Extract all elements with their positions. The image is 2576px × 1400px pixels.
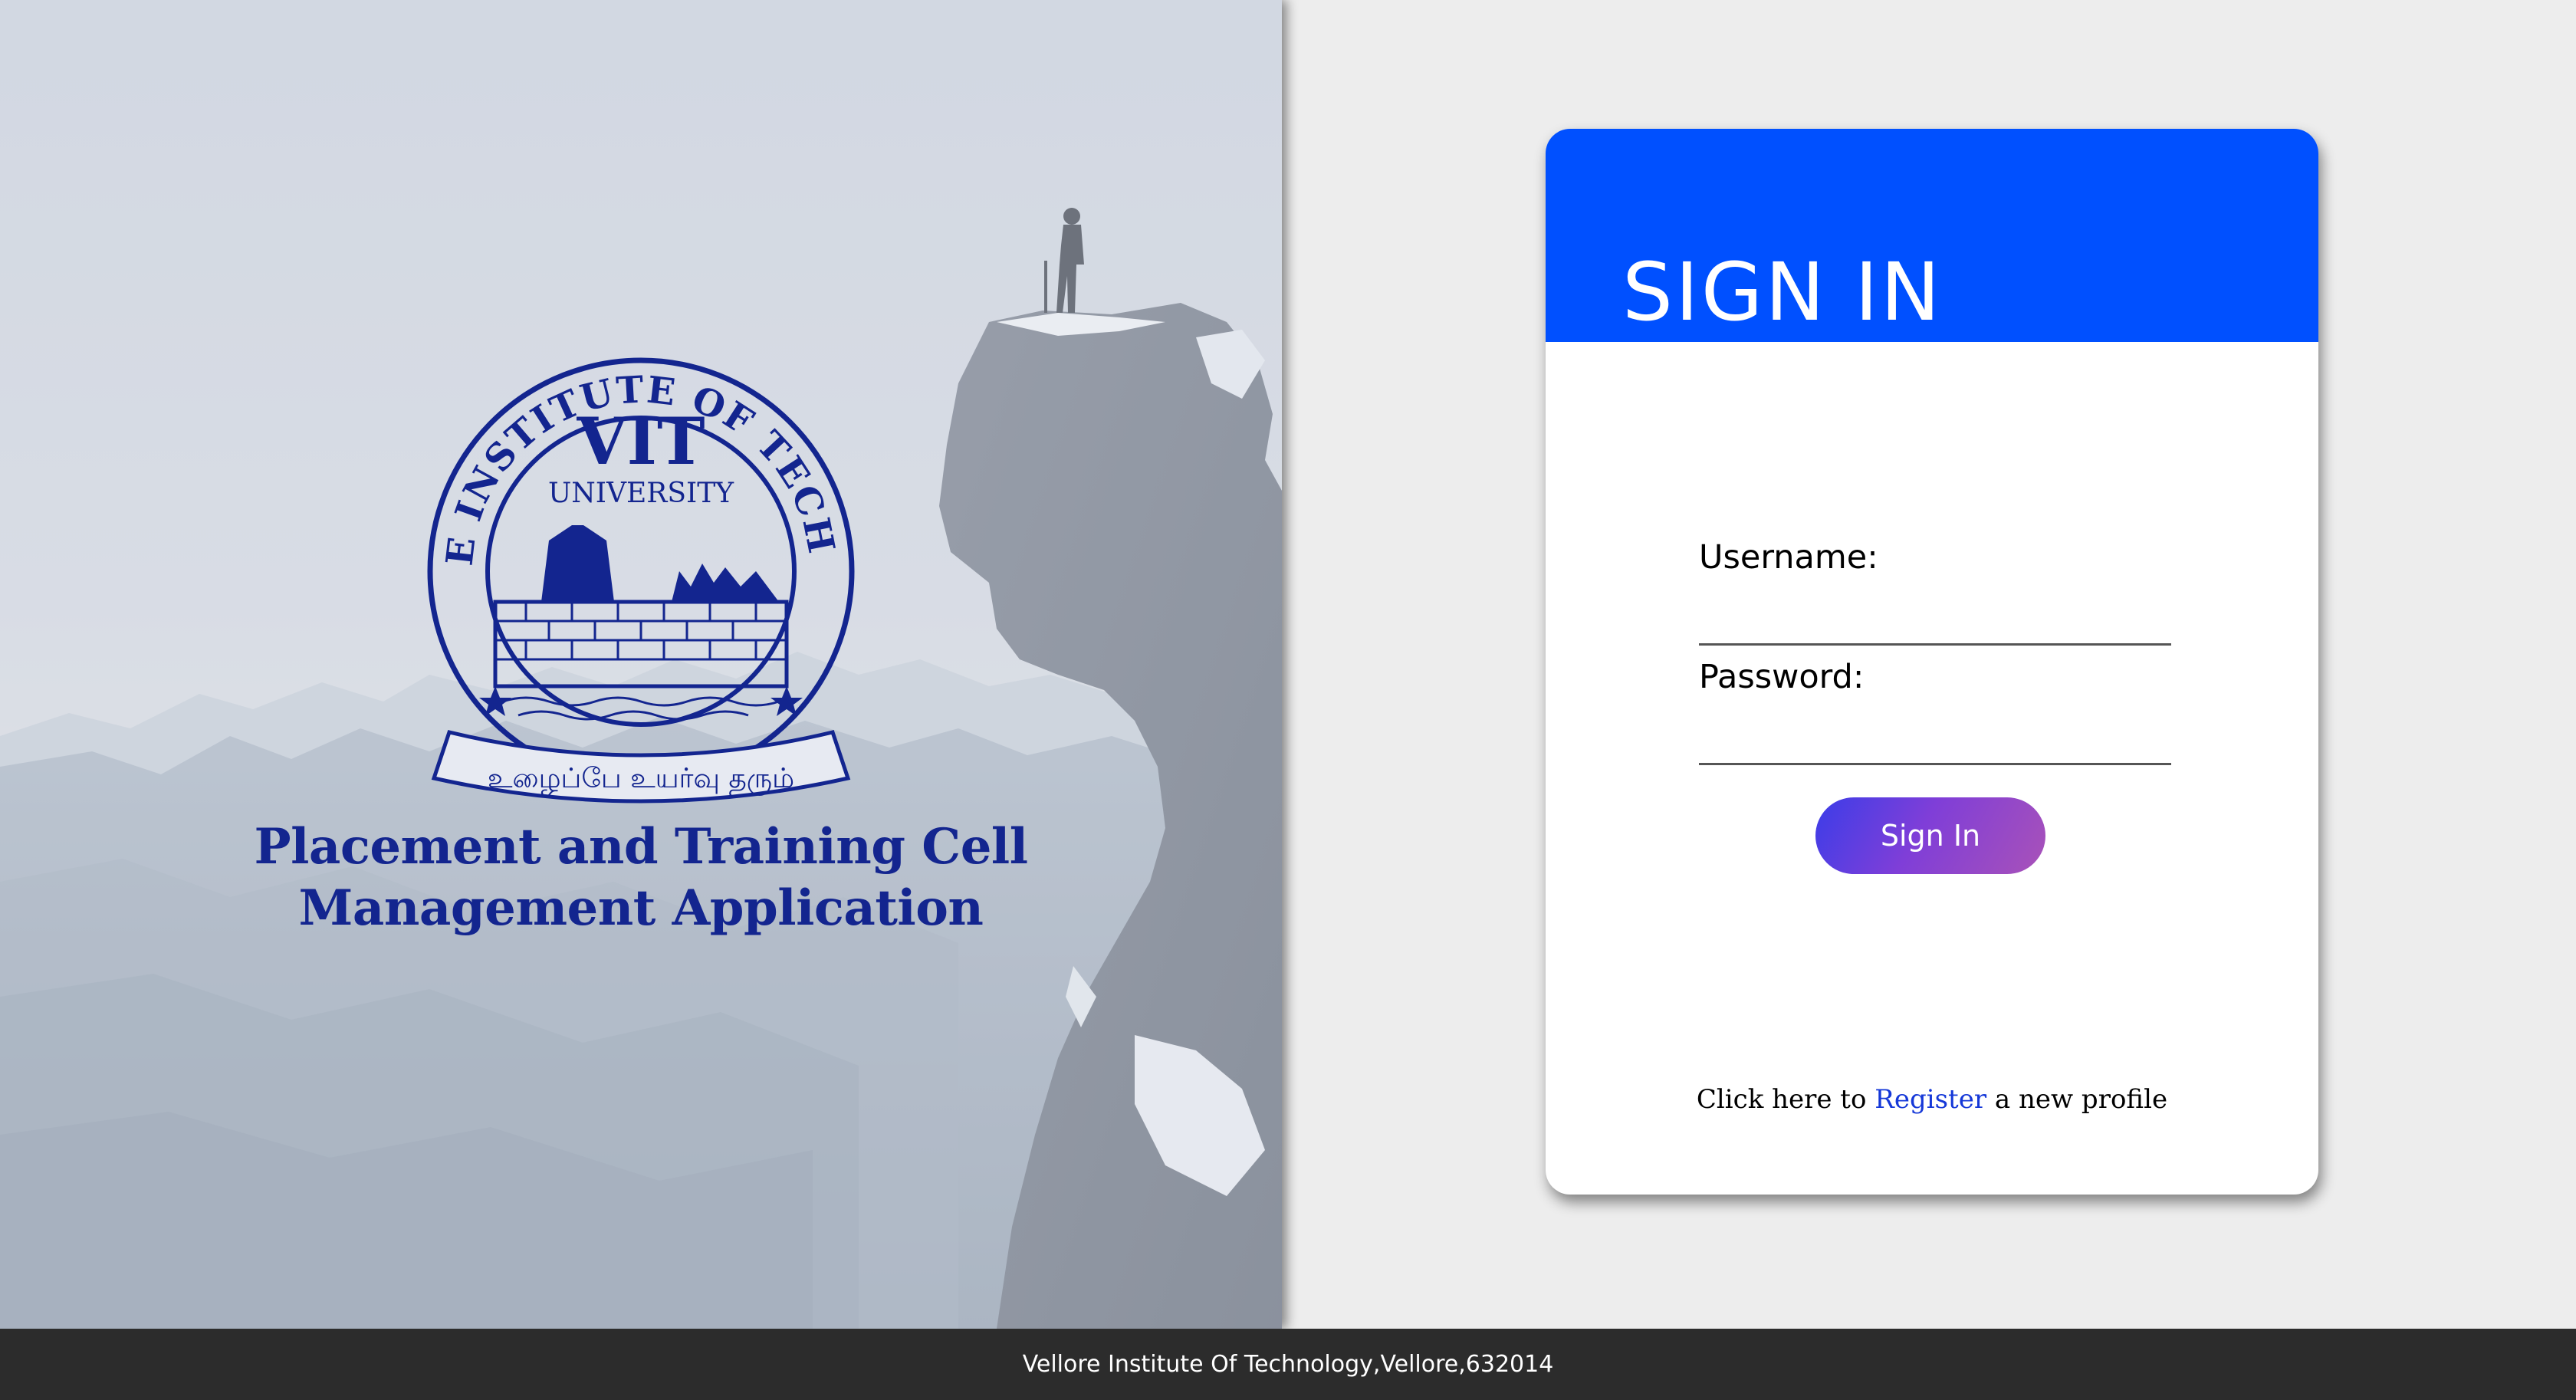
footer: Vellore Institute Of Technology,Vellore,…: [0, 1329, 2576, 1400]
password-input[interactable]: [1699, 718, 2171, 765]
login-page: VELLORE INSTITUTE OF TECHNOLOGY VIT UNIV…: [0, 0, 2576, 1400]
app-title-line2: Management Application: [298, 879, 984, 937]
app-title: Placement and Training Cell Management A…: [0, 817, 1282, 939]
app-title-line1: Placement and Training Cell: [254, 818, 1028, 876]
register-link[interactable]: Register: [1875, 1084, 1986, 1115]
sign-in-button[interactable]: Sign In: [1815, 797, 2045, 874]
footer-text: Vellore Institute Of Technology,Vellore,…: [1022, 1351, 1554, 1378]
register-suffix-text: a new profile: [1986, 1084, 2168, 1115]
svg-text:VIT: VIT: [577, 403, 705, 479]
username-label: Username:: [1699, 538, 1878, 577]
hero-panel: VELLORE INSTITUTE OF TECHNOLOGY VIT UNIV…: [0, 0, 1282, 1329]
svg-text:UNIVERSITY: UNIVERSITY: [548, 478, 734, 509]
svg-text:உழைப்பே உயர்வு தரும்: உழைப்பே உயர்வு தரும்: [488, 763, 794, 797]
vit-seal-logo: VELLORE INSTITUTE OF TECHNOLOGY VIT UNIV…: [419, 349, 855, 804]
register-prompt: Click here to Register a new profile: [1546, 1084, 2318, 1115]
register-prefix-text: Click here to: [1696, 1084, 1875, 1115]
signin-title: SIGN IN: [1622, 245, 1943, 339]
username-input[interactable]: [1699, 598, 2171, 646]
signin-card: SIGN IN Username: Password: Sign In Clic…: [1546, 129, 2318, 1195]
brand-block: VELLORE INSTITUTE OF TECHNOLOGY VIT UNIV…: [0, 349, 1282, 939]
password-label: Password:: [1699, 658, 1865, 696]
signin-card-header: SIGN IN: [1546, 129, 2318, 342]
